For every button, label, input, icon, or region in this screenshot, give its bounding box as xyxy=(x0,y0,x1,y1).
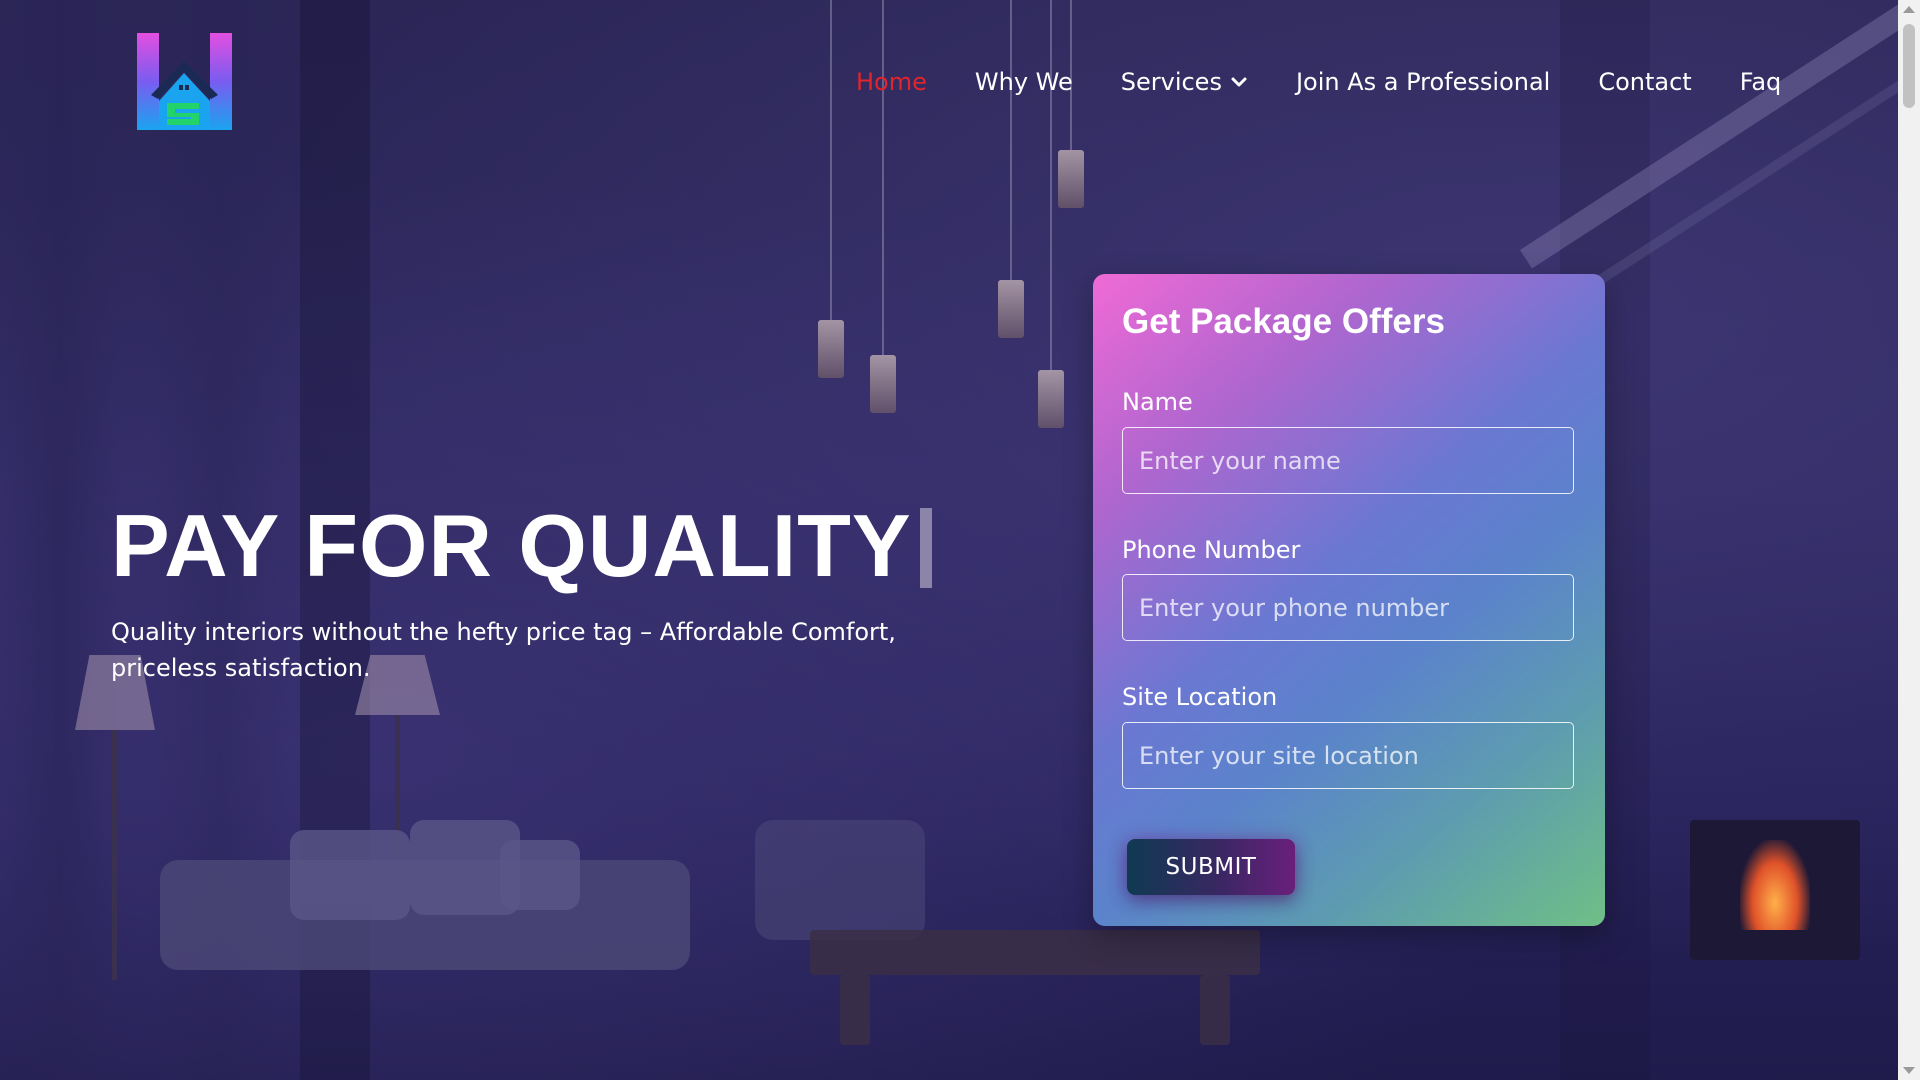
package-offer-form: Get Package Offers Name Phone Number Sit… xyxy=(1093,274,1605,926)
page-scrollbar[interactable] xyxy=(1898,0,1920,1080)
nav-item-label: Join As a Professional xyxy=(1295,68,1551,96)
scroll-thumb[interactable] xyxy=(1903,24,1915,108)
nav-item-label: Services xyxy=(1120,68,1222,96)
nav-item-faq[interactable]: Faq xyxy=(1740,68,1782,96)
chevron-down-icon xyxy=(1231,77,1247,87)
main-nav: Home Why We Services Join As a Professio… xyxy=(856,64,1781,100)
hero-title: PAY FOR QUALITY xyxy=(111,496,932,596)
nav-item-services[interactable]: Services xyxy=(1121,68,1248,96)
nav-item-label: Faq xyxy=(1739,68,1782,96)
nav-item-home[interactable]: Home xyxy=(856,68,927,96)
submit-button[interactable]: SUBMIT xyxy=(1127,839,1295,895)
site-location-input[interactable] xyxy=(1122,722,1574,789)
scroll-up-arrow-icon[interactable] xyxy=(1903,6,1915,13)
nav-item-join-as-professional[interactable]: Join As a Professional xyxy=(1296,68,1550,96)
nav-item-label: Why We xyxy=(974,68,1073,96)
typing-cursor xyxy=(919,507,932,588)
scroll-down-arrow-icon[interactable] xyxy=(1903,1067,1915,1074)
nav-item-label: Contact xyxy=(1598,68,1692,96)
site-location-label: Site Location xyxy=(1122,683,1278,711)
phone-label: Phone Number xyxy=(1122,536,1301,564)
phone-input[interactable] xyxy=(1122,574,1574,641)
nav-item-label: Home xyxy=(856,68,927,96)
form-title: Get Package Offers xyxy=(1122,302,1445,341)
name-input[interactable] xyxy=(1122,427,1574,494)
brand-logo[interactable] xyxy=(137,33,232,130)
hero-subtitle: Quality interiors without the hefty pric… xyxy=(111,618,896,682)
landing-page: Home Why We Services Join As a Professio… xyxy=(0,0,1920,1080)
hero-title-text: PAY FOR QUALITY xyxy=(111,496,912,595)
nav-item-contact[interactable]: Contact xyxy=(1598,68,1691,96)
nav-item-why-we[interactable]: Why We xyxy=(975,68,1073,96)
name-label: Name xyxy=(1122,388,1193,416)
house-h-logo-icon xyxy=(137,33,232,130)
